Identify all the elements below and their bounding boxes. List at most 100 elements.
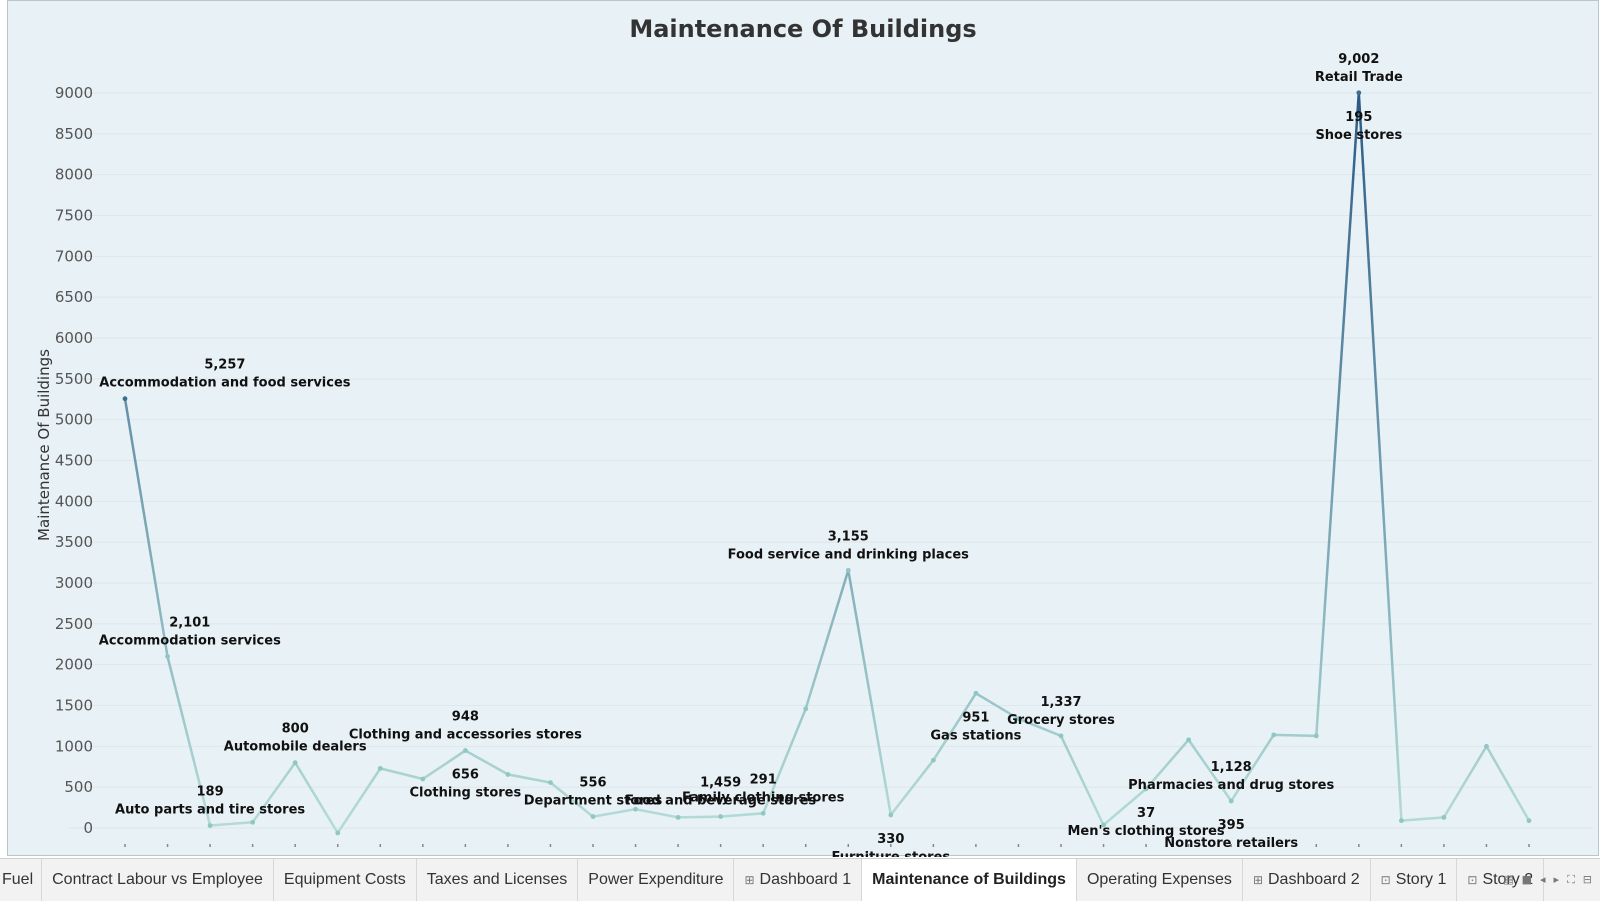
data-point[interactable] <box>1526 818 1532 824</box>
scroll-left-icon[interactable]: ◂ <box>1540 873 1546 887</box>
scroll-right-icon[interactable]: ▸ <box>1554 873 1560 887</box>
data-label-name: Accommodation and food services <box>99 376 351 391</box>
data-label-value: 656 <box>452 768 479 783</box>
y-tick-label: 500 <box>64 778 93 796</box>
tab-label: Story 1 <box>1395 871 1447 888</box>
data-point[interactable] <box>1186 737 1192 743</box>
tab-fuel[interactable]: Fuel <box>0 859 43 901</box>
tab-contract-labour-vs-employee[interactable]: Contract Labour vs Employee <box>42 859 274 901</box>
tab-power-expenditure[interactable]: Power Expenditure <box>578 859 735 901</box>
data-point[interactable] <box>250 819 256 825</box>
y-tick-label: 6500 <box>55 288 93 306</box>
data-label-name: Clothing and accessories stores <box>349 728 582 743</box>
y-tick-label: 3500 <box>55 533 93 551</box>
tab-label: Maintenance of Buildings <box>872 871 1066 888</box>
data-point[interactable] <box>1271 732 1277 738</box>
grid-view-icon[interactable]: ▤ <box>1503 873 1513 887</box>
data-point[interactable] <box>420 776 426 782</box>
data-label-value: 291 <box>750 772 777 787</box>
data-point[interactable] <box>760 810 766 816</box>
tab-dashboard-2[interactable]: ⊞ Dashboard 2 <box>1243 859 1371 901</box>
data-label-name: Gas stations <box>930 728 1021 743</box>
data-label-value: 800 <box>282 722 309 737</box>
data-label-name: Family clothing stores <box>682 790 845 805</box>
tab-label: Operating Expenses <box>1086 871 1232 888</box>
data-label-name: Furniture stores <box>831 850 950 857</box>
data-point[interactable] <box>462 748 468 753</box>
data-label-name: Retail Trade <box>1315 70 1403 85</box>
data-point[interactable] <box>1356 90 1362 96</box>
tab-taxes-and-licenses[interactable]: Taxes and Licenses <box>417 859 579 901</box>
data-label-name: Auto parts and tire stores <box>115 803 305 818</box>
data-label-name: Accommodation services <box>99 633 281 648</box>
data-label-name: Shoe stores <box>1315 128 1402 143</box>
tab-operating-expenses[interactable]: Operating Expenses <box>1077 859 1243 901</box>
y-tick-label: 2500 <box>55 615 93 633</box>
data-point[interactable] <box>335 830 341 836</box>
data-label-name: Grocery stores <box>1007 713 1115 728</box>
story-icon: ⊡ <box>1467 873 1478 887</box>
data-point[interactable] <box>1313 733 1319 739</box>
y-tick-label: 8500 <box>55 125 93 143</box>
data-labels: 5,257 Accommodation and food services 2,10… <box>99 52 1403 857</box>
data-point[interactable] <box>1228 798 1234 804</box>
data-point[interactable] <box>973 690 979 696</box>
data-point[interactable] <box>803 706 809 712</box>
data-point[interactable] <box>675 814 681 820</box>
tab-story-1[interactable]: ⊡ Story 1 <box>1371 859 1458 901</box>
data-point[interactable] <box>930 757 936 763</box>
line-chart: 0 500 1000 1500 2000 2500 3000 3500 4000 4500 5000… <box>55 52 1593 857</box>
y-axis-ticks: 0 500 1000 1500 2000 2500 3000 3500 4000 4500 5000… <box>55 84 93 837</box>
series-points <box>122 90 1532 836</box>
data-label-value: 1,337 <box>1040 695 1081 710</box>
series-line <box>123 91 1531 835</box>
data-label-name: Automobile dealers <box>224 740 367 755</box>
y-tick-label: 6000 <box>55 329 93 347</box>
y-tick-label: 2000 <box>55 656 93 674</box>
data-label-value: 951 <box>962 710 989 725</box>
data-point[interactable] <box>888 812 894 818</box>
data-label-value: 3,155 <box>828 529 869 544</box>
data-point[interactable] <box>122 396 128 402</box>
tab-label: Taxes and Licenses <box>426 871 568 888</box>
x-axis-ticks <box>124 844 1530 847</box>
tab-dashboard-1[interactable]: ⊞ Dashboard 1 <box>734 859 863 901</box>
data-point[interactable] <box>292 760 298 766</box>
tab-label: Dashboard 2 <box>1268 871 1360 888</box>
tab-label: Power Expenditure <box>588 871 724 888</box>
data-point[interactable] <box>1058 733 1064 739</box>
series-line <box>123 91 1531 835</box>
data-label-value: 37 <box>1137 806 1155 821</box>
filmstrip-view-icon[interactable]: ■ <box>1522 873 1532 887</box>
tab-maintenance-of-buildings[interactable]: Maintenance of Buildings <box>862 859 1077 901</box>
data-point[interactable] <box>1441 814 1447 820</box>
y-tick-label: 3000 <box>55 574 93 592</box>
data-label-value: 556 <box>579 776 606 791</box>
presentation-icon[interactable]: ⊟ <box>1583 873 1592 887</box>
dashboard-icon: ⊞ <box>1252 873 1263 887</box>
y-tick-label: 5000 <box>55 411 93 429</box>
data-point[interactable] <box>718 814 724 819</box>
data-label-name: Food service and drinking places <box>728 547 970 562</box>
data-point[interactable] <box>207 823 213 828</box>
data-label-value: 1,459 <box>700 776 741 791</box>
data-label-value: 2,101 <box>169 615 210 630</box>
viz-canvas: Maintenance Of Buildings Maintenance Of … <box>7 0 1599 857</box>
data-point[interactable] <box>377 765 383 771</box>
tab-equipment-costs[interactable]: Equipment Costs <box>274 859 417 901</box>
data-point[interactable] <box>1484 743 1489 749</box>
dashboard-icon: ⊞ <box>744 873 755 887</box>
data-point[interactable] <box>1398 818 1404 824</box>
tab-label: Fuel <box>2 871 34 888</box>
y-tick-label: 7000 <box>55 247 93 265</box>
data-point[interactable] <box>165 654 170 659</box>
data-label-value: 948 <box>452 710 479 725</box>
data-point[interactable] <box>590 814 596 819</box>
data-point[interactable] <box>505 772 511 777</box>
y-tick-label: 7500 <box>55 207 93 225</box>
tab-bar-controls: ▤ ■ ◂ ▸ ⛶ ⊟ <box>1503 873 1592 887</box>
data-point[interactable] <box>548 780 553 785</box>
fullscreen-icon[interactable]: ⛶ <box>1567 873 1575 887</box>
data-point[interactable] <box>845 567 851 573</box>
tab-label: Dashboard 1 <box>759 871 852 888</box>
